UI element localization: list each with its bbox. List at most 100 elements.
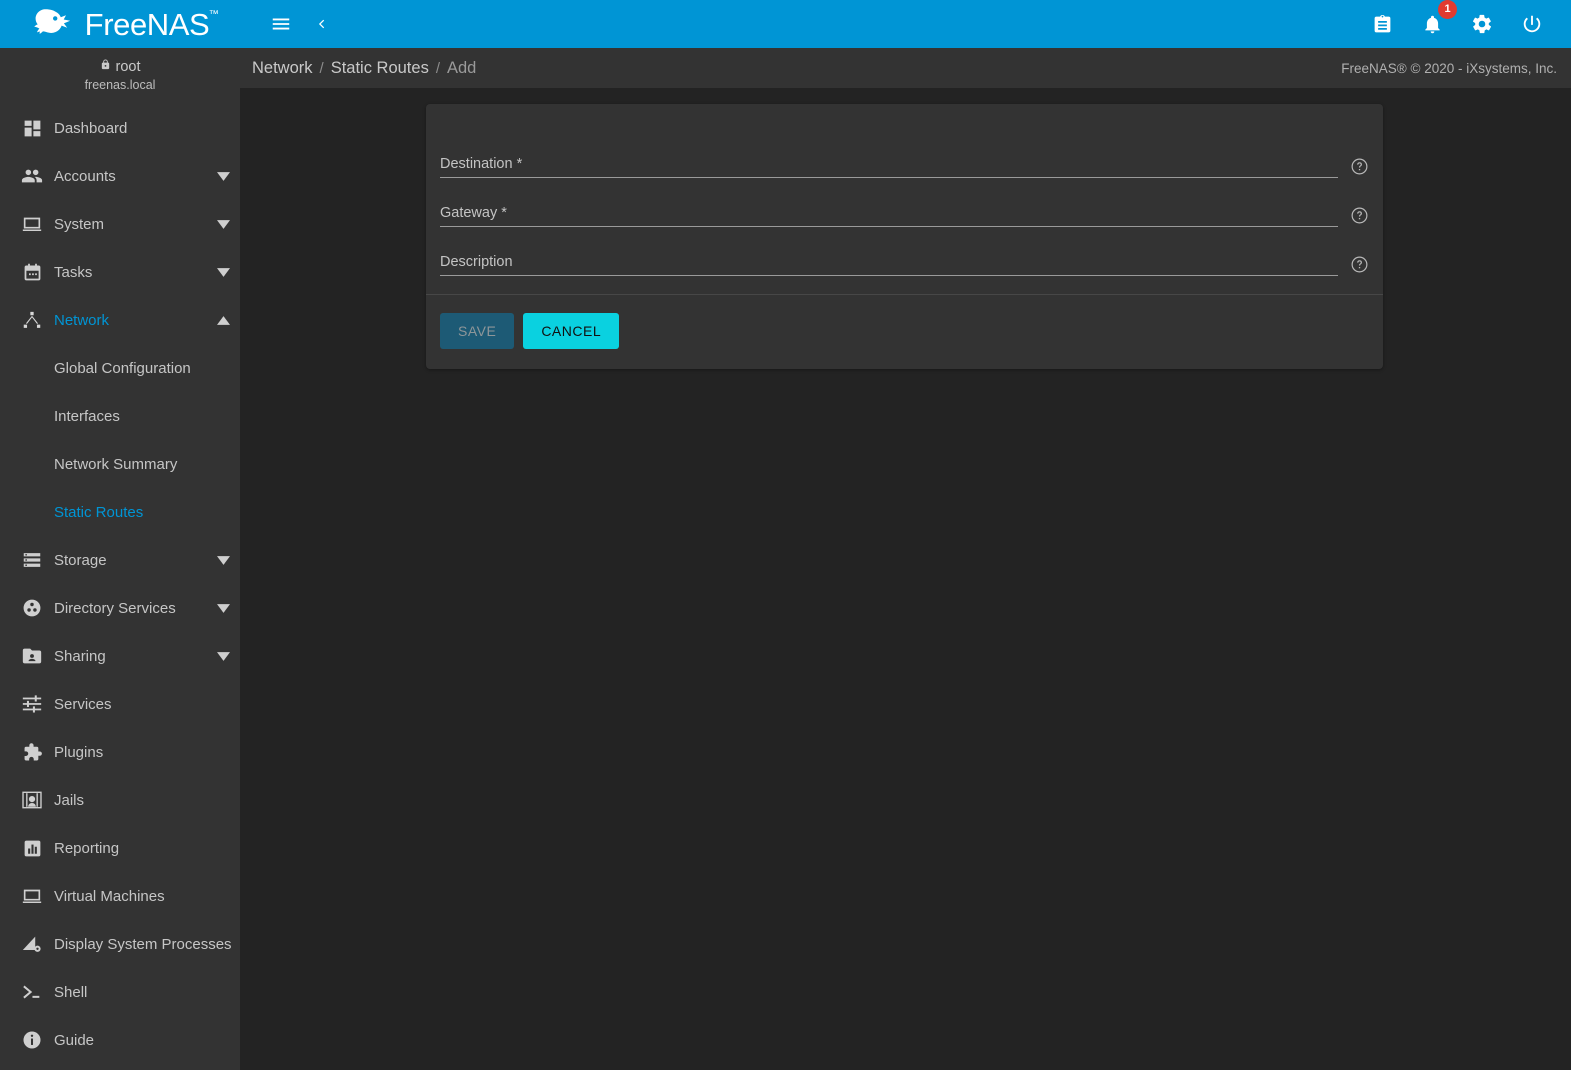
plugins-puzzle-icon xyxy=(10,741,54,763)
system-processes-icon xyxy=(10,933,54,955)
sidebar-item-label: Tasks xyxy=(54,263,93,281)
sidebar-item-system[interactable]: System xyxy=(0,200,240,248)
dashboard-icon xyxy=(10,118,54,139)
guide-info-icon xyxy=(10,1029,54,1051)
save-button[interactable]: SAVE xyxy=(440,313,515,349)
sidebar-item-label: Directory Services xyxy=(54,599,176,617)
sidebar-item-network[interactable]: Network xyxy=(0,296,240,344)
sidebar-subitem-interfaces[interactable]: Interfaces xyxy=(0,392,240,440)
sidebar-subitem-label: Static Routes xyxy=(54,503,144,521)
breadcrumb-item-static-routes[interactable]: Static Routes xyxy=(327,59,433,78)
sidebar-item-label: Dashboard xyxy=(54,119,128,137)
sidebar-subitem-label: Network Summary xyxy=(54,455,178,473)
sidebar-item-label: Accounts xyxy=(54,167,116,185)
sidebar-user-block: root freenas.local xyxy=(0,48,240,104)
hamburger-menu-icon[interactable] xyxy=(264,7,298,41)
sidebar-item-dashboard[interactable]: Dashboard xyxy=(0,104,240,152)
cancel-button[interactable]: CANCEL xyxy=(523,313,620,349)
sidebar-hostname: freenas.local xyxy=(84,78,156,92)
clipboard-tasks-icon[interactable] xyxy=(1365,7,1399,41)
description-input[interactable] xyxy=(440,254,1338,275)
sidebar-item-reporting[interactable]: Reporting xyxy=(0,824,240,872)
sidebar-item-label: Guide xyxy=(54,1031,95,1049)
chevron-down-icon[interactable] xyxy=(206,555,240,565)
storage-list-icon xyxy=(10,549,54,571)
static-route-add-form-card: Destination * Gateway * Description SAVE… xyxy=(426,104,1383,369)
lock-icon xyxy=(100,58,111,75)
accounts-people-icon xyxy=(10,165,54,187)
sidebar-item-guide[interactable]: Guide xyxy=(0,1016,240,1064)
sharing-folder-icon xyxy=(10,645,54,667)
sidebar-subitem-network-summary[interactable]: Network Summary xyxy=(0,440,240,488)
chevron-down-icon[interactable] xyxy=(206,267,240,277)
notifications-bell-icon[interactable]: 1 xyxy=(1415,0,1457,41)
breadcrumb-separator: / xyxy=(435,59,440,77)
jails-icon xyxy=(10,789,54,811)
form-fields: Destination * Gateway * Description xyxy=(426,104,1383,294)
sidebar-subitem-global-configuration[interactable]: Global Configuration xyxy=(0,344,240,392)
sidebar-item-directory-services[interactable]: Directory Services xyxy=(0,584,240,632)
form-actions: SAVE CANCEL xyxy=(426,295,1383,369)
sidebar-item-label: Jails xyxy=(54,791,85,809)
sidebar-item-accounts[interactable]: Accounts xyxy=(0,152,240,200)
sidebar-username: root xyxy=(115,58,141,75)
sidebar-item-storage[interactable]: Storage xyxy=(0,536,240,584)
sidebar-item-label: Plugins xyxy=(54,743,104,761)
chevron-down-icon[interactable] xyxy=(206,651,240,661)
brand-name: FreeNAS xyxy=(84,6,210,42)
brand-logo[interactable]: FreeNAS ™ xyxy=(0,0,240,48)
breadcrumb-item-network[interactable]: Network xyxy=(248,59,317,78)
chevron-up-icon[interactable] xyxy=(206,315,240,325)
chevron-down-icon[interactable] xyxy=(206,171,240,181)
chevron-left-icon[interactable] xyxy=(304,7,338,41)
sidebar-item-label: Virtual Machines xyxy=(54,887,165,905)
destination-input[interactable] xyxy=(440,156,1338,177)
system-laptop-icon xyxy=(10,213,54,235)
sidebar-item-label: System xyxy=(54,215,105,233)
sidebar-item-shell[interactable]: Shell xyxy=(0,968,240,1016)
reporting-chart-icon xyxy=(10,838,54,859)
sidebar-navigation: root freenas.local Dashboard Accounts Sy… xyxy=(0,48,240,1070)
gateway-field-row: Gateway * xyxy=(440,178,1369,227)
sidebar-item-display-system-processes[interactable]: Display System Processes xyxy=(0,920,240,968)
sidebar-item-label: Storage xyxy=(54,551,107,569)
freenas-shark-logo-icon xyxy=(31,6,77,43)
tasks-calendar-icon xyxy=(10,262,54,283)
directory-services-icon xyxy=(10,597,54,619)
sidebar-item-label: Display System Processes xyxy=(54,935,232,953)
settings-gear-icon[interactable] xyxy=(1465,7,1499,41)
sidebar-item-services[interactable]: Services xyxy=(0,680,240,728)
sidebar-item-label: Reporting xyxy=(54,839,120,857)
notification-badge-count: 1 xyxy=(1438,0,1457,19)
destination-field-row: Destination * xyxy=(440,129,1369,178)
help-circle-icon[interactable] xyxy=(1350,255,1369,274)
sidebar-item-tasks[interactable]: Tasks xyxy=(0,248,240,296)
sidebar-item-jails[interactable]: Jails xyxy=(0,776,240,824)
description-field-row: Description xyxy=(440,227,1369,276)
sidebar-subitem-label: Global Configuration xyxy=(54,359,191,377)
sidebar-subitem-label: Interfaces xyxy=(54,407,120,425)
sidebar-item-plugins[interactable]: Plugins xyxy=(0,728,240,776)
breadcrumb-item-add: Add xyxy=(447,58,477,77)
top-app-bar: FreeNAS ™ 1 xyxy=(0,0,1571,48)
sidebar-item-label: Services xyxy=(54,695,112,713)
chevron-down-icon[interactable] xyxy=(206,219,240,229)
services-sliders-icon xyxy=(10,693,54,715)
chevron-down-icon[interactable] xyxy=(206,603,240,613)
copyright-notice: FreeNAS® © 2020 - iXsystems, Inc. xyxy=(1341,60,1557,76)
sidebar-item-label: Shell xyxy=(54,983,88,1001)
power-icon[interactable] xyxy=(1515,7,1549,41)
virtual-machines-laptop-icon xyxy=(10,885,54,907)
breadcrumb-bar: Network / Static Routes / Add FreeNAS® ©… xyxy=(240,48,1571,88)
breadcrumb-separator: / xyxy=(319,59,324,77)
sidebar-item-sharing[interactable]: Sharing xyxy=(0,632,240,680)
sidebar-item-label: Sharing xyxy=(54,647,106,665)
network-hub-icon xyxy=(10,309,54,331)
trademark-symbol: ™ xyxy=(208,8,219,20)
help-circle-icon[interactable] xyxy=(1350,206,1369,225)
sidebar-item-virtual-machines[interactable]: Virtual Machines xyxy=(0,872,240,920)
help-circle-icon[interactable] xyxy=(1350,157,1369,176)
sidebar-subitem-static-routes[interactable]: Static Routes xyxy=(0,488,240,536)
main-content: Destination * Gateway * Description SAVE… xyxy=(240,88,1571,1070)
gateway-input[interactable] xyxy=(440,205,1338,226)
